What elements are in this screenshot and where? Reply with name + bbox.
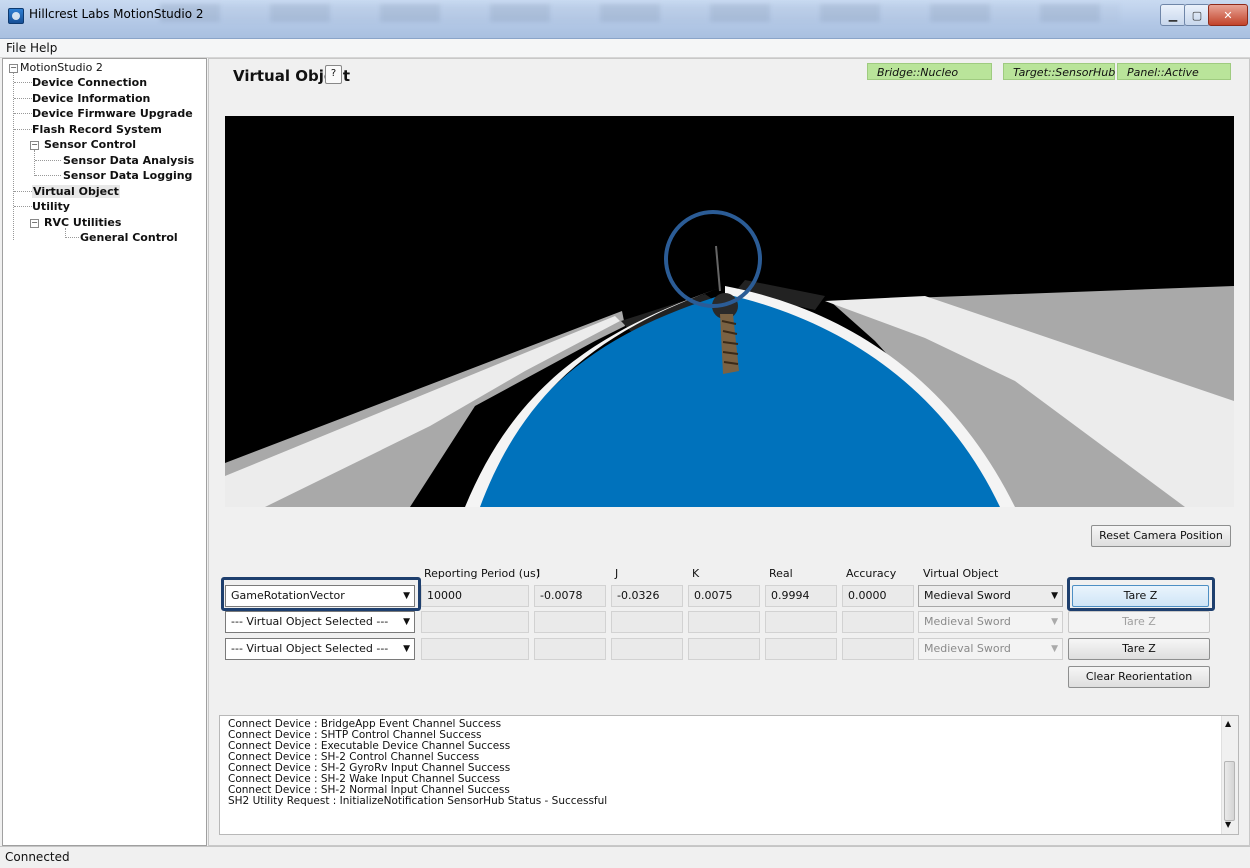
close-icon: ✕	[1223, 8, 1233, 22]
dropdown-arrow-icon: ▼	[1051, 591, 1058, 601]
virtual-object-select-value: Medieval Sword	[924, 589, 1011, 602]
tree-item-general-control[interactable]: General Control	[80, 231, 178, 244]
collapse-icon[interactable]: −	[30, 219, 39, 228]
quat-j-field	[611, 638, 683, 660]
tare-z-button[interactable]: Tare Z	[1068, 611, 1210, 633]
tree-connector	[35, 175, 61, 176]
maximize-icon: ▢	[1191, 8, 1203, 22]
tree-connector	[14, 191, 32, 192]
tree-connector	[35, 160, 61, 161]
reporting-period-field[interactable]	[421, 638, 529, 660]
column-header-j: J	[615, 567, 619, 580]
quat-i-field	[534, 611, 606, 633]
sensor-select-value: --- Virtual Object Selected ---	[231, 615, 389, 628]
tree-item-virtual-object[interactable]: Virtual Object	[32, 185, 120, 198]
tree-item-device-firmware-upgrade[interactable]: Device Firmware Upgrade	[32, 107, 193, 120]
collapse-icon[interactable]: −	[30, 141, 39, 150]
virtual-object-select[interactable]: Medieval Sword ▼	[918, 611, 1063, 633]
navigation-tree: − MotionStudio 2 Device Connection Devic…	[2, 58, 207, 846]
status-bar	[0, 846, 1250, 868]
status-badge-target: Target::SensorHub	[1003, 63, 1115, 80]
maximize-button[interactable]: ▢	[1184, 4, 1210, 26]
sensor-select[interactable]: --- Virtual Object Selected --- ▼	[225, 638, 415, 660]
highlight-frame	[221, 577, 421, 611]
column-header-i: I	[537, 567, 541, 580]
reporting-period-field[interactable]: 10000	[421, 585, 529, 607]
dropdown-arrow-icon: ▼	[1051, 617, 1058, 627]
quat-k-field	[688, 638, 760, 660]
minimize-icon: ▁	[1168, 8, 1178, 22]
column-header-accuracy: Accuracy	[846, 567, 897, 580]
virtual-object-select[interactable]: Medieval Sword ▼	[918, 638, 1063, 660]
status-badge-bridge: Bridge::Nucleo	[867, 63, 992, 80]
clear-reorientation-button[interactable]: Clear Reorientation	[1068, 666, 1210, 688]
app-icon	[8, 8, 24, 24]
minimize-button[interactable]: ▁	[1160, 4, 1186, 26]
menu-bar	[0, 39, 1250, 58]
scroll-up-icon[interactable]: ▲	[1225, 719, 1231, 728]
close-button[interactable]: ✕	[1208, 4, 1248, 26]
dropdown-arrow-icon: ▼	[403, 644, 410, 654]
collapse-icon[interactable]: −	[9, 64, 18, 73]
quat-real-field	[765, 611, 837, 633]
tree-connector	[14, 206, 32, 207]
quat-j-field: -0.0326	[611, 585, 683, 607]
reset-camera-button[interactable]: Reset Camera Position	[1091, 525, 1231, 547]
column-header-virtual-object: Virtual Object	[923, 567, 999, 580]
sensor-select-value: --- Virtual Object Selected ---	[231, 642, 389, 655]
quat-j-field	[611, 611, 683, 633]
virtual-object-select-value: Medieval Sword	[924, 615, 1011, 628]
status-badge-panel: Panel::Active	[1117, 63, 1231, 80]
quat-i-field	[534, 638, 606, 660]
scroll-down-icon[interactable]: ▼	[1225, 820, 1231, 829]
quat-k-field: 0.0075	[688, 585, 760, 607]
reporting-period-field[interactable]	[421, 611, 529, 633]
sensor-select[interactable]: --- Virtual Object Selected --- ▼	[225, 611, 415, 633]
3d-viewport[interactable]	[225, 116, 1234, 507]
quat-real-field	[765, 638, 837, 660]
dropdown-arrow-icon: ▼	[403, 617, 410, 627]
blurred-toolbar-strip	[160, 4, 1120, 22]
scrollbar-thumb[interactable]	[1224, 761, 1235, 821]
column-header-period: Reporting Period (us)	[424, 567, 541, 580]
tree-item-utility[interactable]: Utility	[32, 200, 70, 213]
log-panel[interactable]: Connect Device : BridgeApp Event Channel…	[219, 715, 1239, 835]
window-title: Hillcrest Labs MotionStudio 2	[29, 7, 204, 21]
quat-k-field	[688, 611, 760, 633]
tree-connector	[14, 129, 32, 130]
tree-connector	[14, 113, 32, 114]
dropdown-arrow-icon: ▼	[1051, 644, 1058, 654]
log-line: SH2 Utility Request : InitializeNotifica…	[228, 795, 608, 807]
tree-item-sensor-data-analysis[interactable]: Sensor Data Analysis	[63, 154, 194, 167]
virtual-object-select[interactable]: Medieval Sword ▼	[918, 585, 1063, 607]
tare-z-button[interactable]: Tare Z	[1068, 638, 1210, 660]
column-header-k: K	[692, 567, 700, 580]
tree-item-sensor-data-logging[interactable]: Sensor Data Logging	[63, 169, 192, 182]
accuracy-field	[842, 638, 914, 660]
tree-connector	[14, 82, 32, 83]
log-lines: Connect Device : BridgeApp Event Channel…	[228, 719, 607, 807]
tree-connector	[14, 98, 32, 99]
quat-i-field: -0.0078	[534, 585, 606, 607]
tree-item-sensor-control[interactable]: Sensor Control	[44, 138, 136, 151]
tree-connector	[65, 237, 79, 238]
tree-item-flash-record-system[interactable]: Flash Record System	[32, 123, 162, 136]
column-header-real: Real	[769, 567, 793, 580]
tree-item-device-connection[interactable]: Device Connection	[32, 76, 147, 89]
tree-item-motionstudio[interactable]: MotionStudio 2	[20, 61, 103, 74]
virtual-object-scene	[225, 116, 1234, 507]
accuracy-field	[842, 611, 914, 633]
tree-item-rvc-utilities[interactable]: RVC Utilities	[44, 216, 121, 229]
menu-file[interactable]: File	[6, 41, 26, 55]
virtual-object-select-value: Medieval Sword	[924, 642, 1011, 655]
help-button[interactable]: ?	[325, 65, 342, 84]
accuracy-field: 0.0000	[842, 585, 914, 607]
quat-real-field: 0.9994	[765, 585, 837, 607]
log-scrollbar[interactable]: ▲ ▼	[1221, 716, 1238, 834]
highlight-frame	[1067, 577, 1215, 611]
menu-help[interactable]: Help	[30, 41, 57, 55]
tree-item-device-information[interactable]: Device Information	[32, 92, 150, 105]
connection-status: Connected	[5, 850, 70, 864]
tree-connector	[34, 150, 35, 176]
